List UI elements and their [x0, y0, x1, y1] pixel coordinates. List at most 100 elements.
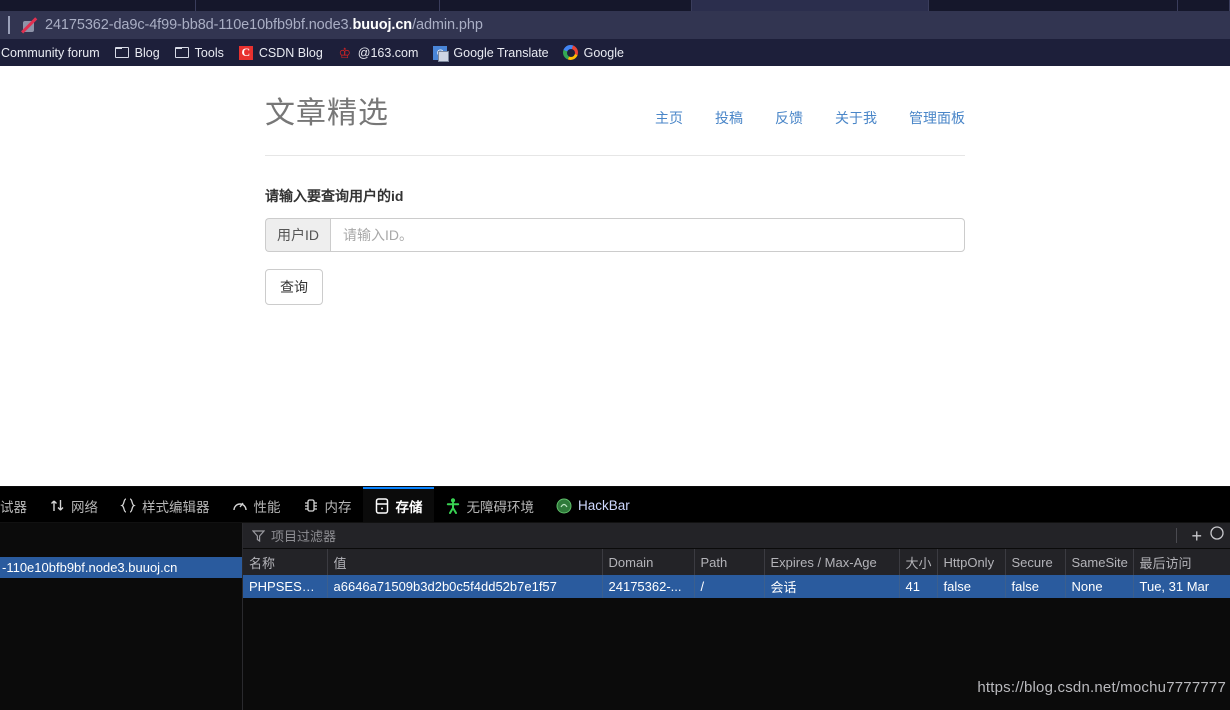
devtools-tab-label: 网络: [71, 499, 98, 515]
page-viewport: 文章精选 主页 投稿 反馈 关于我 管理面板 请输入要查询用户的id 用户ID 查询: [0, 66, 1230, 486]
browser-tab-1[interactable]: [196, 0, 440, 11]
column-header-5[interactable]: 大小: [899, 549, 938, 575]
column-header-4[interactable]: Expires / Max-Age: [764, 549, 900, 575]
browser-tab-strip[interactable]: [0, 0, 1230, 11]
browser-tab-4[interactable]: [928, 0, 1179, 11]
cell-httponly[interactable]: false: [937, 575, 1006, 598]
bookmarks-bar[interactable]: Community forum Blog Tools C CSDN Blog ♔ @163.…: [0, 39, 1230, 66]
cell-last_accessed[interactable]: Tue, 31 Mar: [1133, 575, 1230, 598]
cell-value[interactable]: a6646a71509b3d2b0c5f4dd52b7e1f57: [327, 575, 603, 598]
bookmark-item[interactable]: C CSDN Blog: [231, 39, 330, 66]
table-row[interactable]: PHPSESS... a6646a71509b3d2b0c5f4dd52b7e1f…: [243, 575, 1230, 598]
browser-tab-3[interactable]: [691, 0, 929, 11]
cell-samesite[interactable]: None: [1065, 575, 1134, 598]
more-options-icon[interactable]: [1208, 526, 1226, 545]
bookmark-label: Tools: [194, 45, 224, 60]
devtools-tab-性能[interactable]: 性能: [221, 487, 292, 522]
bookmark-item[interactable]: Google: [556, 39, 631, 66]
cell-expires[interactable]: 会话: [764, 575, 900, 598]
nav-link-0[interactable]: 主页: [655, 108, 683, 128]
braces-icon: [120, 498, 136, 514]
browser-tab-2[interactable]: [439, 0, 692, 11]
storage-filter-bar[interactable]: 项目过滤器 +: [243, 523, 1230, 549]
nav-link-3[interactable]: 关于我: [835, 108, 877, 128]
table-header-row: 名称值 Domain Path Expires / Max-Age 大小 HttpOnly…: [243, 549, 1230, 575]
funnel-icon: [252, 529, 265, 542]
devtools-panel: 试器 网络 样式编辑器 性能 内存 存储 无障碍环境 HackBar -110e10bfb9b…: [0, 486, 1230, 710]
cookies-table[interactable]: 名称值 Domain Path Expires / Max-Age 大小 HttpOnly…: [243, 549, 1230, 598]
table-head: 名称值 Domain Path Expires / Max-Age 大小 HttpOnly…: [243, 549, 1230, 575]
main-nav[interactable]: 主页 投稿 反馈 关于我 管理面板: [655, 108, 965, 132]
user-id-input[interactable]: [330, 218, 965, 252]
storage-tree-sidebar[interactable]: -110e10bfb9bf.node3.buuoj.cn: [0, 523, 243, 710]
netease-icon: ♔: [338, 44, 352, 61]
hackbar-icon: [556, 498, 572, 514]
devtools-tab-网络[interactable]: 网络: [38, 487, 109, 522]
column-header-3[interactable]: Path: [694, 549, 765, 575]
bookmark-label: @163.com: [357, 45, 419, 60]
devtools-tab-内存[interactable]: 内存: [292, 487, 363, 522]
column-header-8[interactable]: SameSite: [1065, 549, 1134, 575]
devtools-body: -110e10bfb9bf.node3.buuoj.cn 项目过滤器 + 名称 …: [0, 523, 1230, 710]
devtools-tab-label: 样式编辑器: [142, 499, 210, 515]
devtools-tab-bar[interactable]: 试器 网络 样式编辑器 性能 内存 存储 无障碍环境 HackBar: [0, 487, 1230, 523]
browser-tab-0[interactable]: [0, 0, 197, 11]
column-header-2[interactable]: Domain: [602, 549, 695, 575]
cell-domain[interactable]: 24175362-...: [602, 575, 695, 598]
storage-filter-input[interactable]: 项目过滤器: [271, 526, 336, 545]
devtools-tab-label: 无障碍环境: [466, 499, 535, 515]
bookmark-item[interactable]: Tools: [167, 39, 231, 66]
query-submit-button[interactable]: 查询: [265, 269, 323, 305]
bookmark-item[interactable]: Blog: [107, 39, 167, 66]
storage-main-panel: 项目过滤器 + 名称值 Domain Path Expires / Max-Age 大小…: [243, 523, 1230, 710]
insecure-lock-icon[interactable]: [20, 16, 37, 34]
user-id-input-group: 用户ID: [265, 218, 965, 252]
table-body: PHPSESS... a6646a71509b3d2b0c5f4dd52b7e1f…: [243, 575, 1230, 598]
bookmark-item[interactable]: Community forum: [0, 39, 107, 66]
toolbar-divider: [1176, 528, 1178, 543]
page-title: 文章精选: [265, 97, 389, 130]
browser-tab-5[interactable]: [1178, 0, 1230, 11]
column-header-0[interactable]: 名称: [243, 549, 328, 575]
devtools-tab-无障碍环境[interactable]: 无障碍环境: [434, 487, 546, 522]
browser-chrome: 24175362-da9c-4f99-bb8d-110e10bfb9bf.nod…: [0, 0, 1230, 66]
column-header-6[interactable]: HttpOnly: [937, 549, 1006, 575]
devtools-tab-试器[interactable]: 试器: [0, 487, 38, 522]
nav-link-2[interactable]: 反馈: [775, 108, 803, 128]
bookmark-label: Blog: [134, 45, 160, 60]
bookmark-item[interactable]: ♔ @163.com: [330, 39, 426, 66]
google-icon: [563, 45, 579, 60]
devtools-tab-label: 存储: [395, 499, 423, 515]
browser-urlbar[interactable]: 24175362-da9c-4f99-bb8d-110e10bfb9bf.nod…: [0, 11, 1230, 39]
bookmark-label: CSDN Blog: [258, 45, 323, 60]
url-text[interactable]: 24175362-da9c-4f99-bb8d-110e10bfb9bf.nod…: [45, 17, 483, 33]
add-item-button[interactable]: +: [1185, 527, 1208, 545]
user-id-addon: 用户ID: [265, 218, 330, 252]
cell-size[interactable]: 41: [899, 575, 938, 598]
google-translate-icon: G: [432, 45, 450, 62]
folder-icon: [174, 45, 190, 60]
devtools-tab-label: 试器: [0, 499, 27, 515]
cell-path[interactable]: /: [694, 575, 765, 598]
column-header-9[interactable]: 最后访问: [1133, 549, 1230, 575]
column-header-7[interactable]: Secure: [1005, 549, 1066, 575]
bookmark-label: Community forum: [1, 45, 100, 60]
devtools-tab-label: 性能: [253, 499, 281, 515]
cell-name[interactable]: PHPSESS...: [243, 575, 328, 598]
storage-host-item[interactable]: -110e10bfb9bf.node3.buuoj.cn: [0, 557, 242, 578]
column-header-1[interactable]: 值: [327, 549, 603, 575]
site-header: 文章精选 主页 投稿 反馈 关于我 管理面板: [265, 88, 965, 138]
nav-link-4[interactable]: 管理面板: [909, 108, 965, 128]
devtools-tab-HackBar[interactable]: HackBar: [545, 487, 641, 522]
accessibility-icon: [445, 497, 461, 514]
urlbar-left-edge: [8, 16, 10, 34]
devtools-tab-样式编辑器[interactable]: 样式编辑器: [109, 487, 221, 522]
memory-icon: [303, 498, 319, 514]
nav-link-1[interactable]: 投稿: [715, 108, 743, 128]
bookmark-item[interactable]: G Google Translate: [425, 39, 555, 66]
storage-icon: [374, 497, 390, 514]
devtools-tab-label: 内存: [324, 499, 352, 515]
devtools-tab-存储[interactable]: 存储: [362, 487, 434, 522]
header-divider: [265, 155, 965, 156]
cell-secure[interactable]: false: [1005, 575, 1066, 598]
